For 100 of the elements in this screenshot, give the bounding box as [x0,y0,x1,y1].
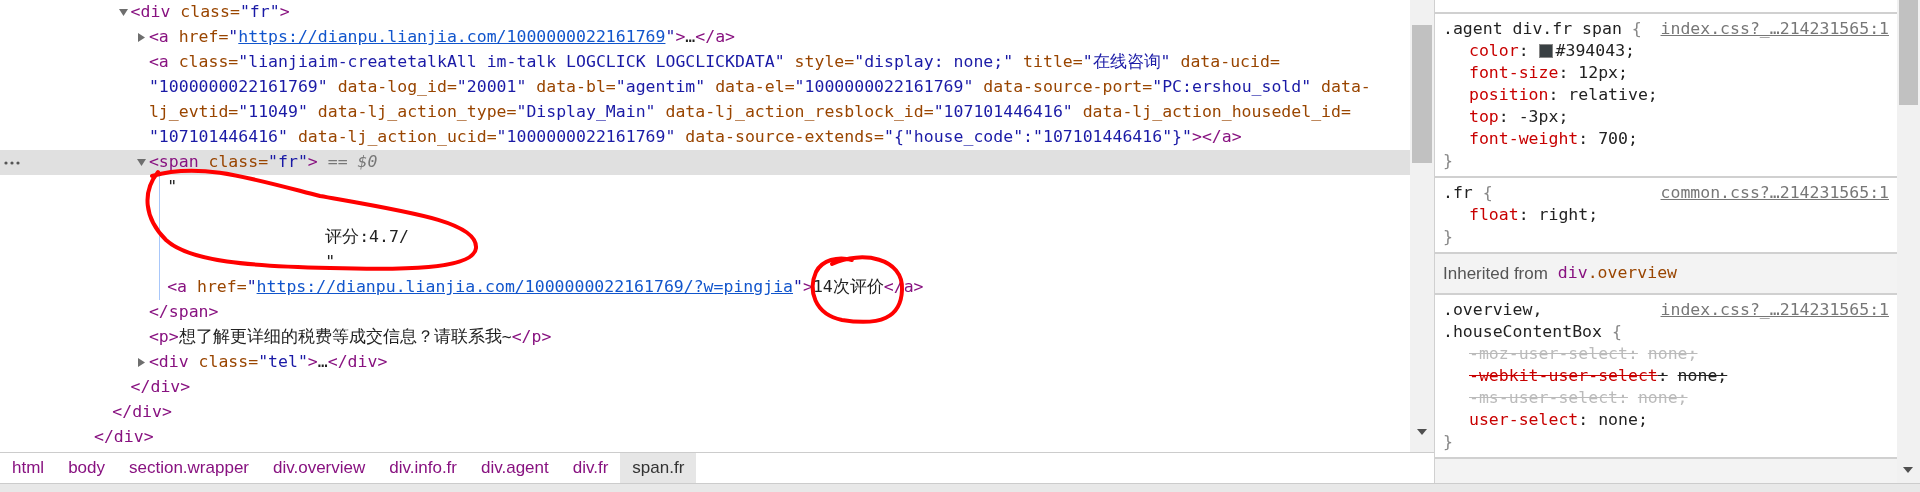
property-name[interactable]: -webkit-user-select [1469,365,1658,387]
property-name[interactable]: font-size [1469,62,1559,84]
attribute-name: data-bl= [536,76,616,99]
property-name[interactable]: user-select [1469,409,1579,431]
closing-brace: } [1443,431,1454,453]
attribute-name: data-log_id= [337,76,457,99]
attribute-name: data-ucid= [1180,51,1280,74]
selected-node-hint: == $0 [327,151,378,174]
property-value[interactable]: #394043; [1555,40,1635,62]
breadcrumb-item[interactable]: div.agent [469,453,561,483]
attribute-value: " [793,276,803,299]
property-value[interactable]: right; [1538,204,1599,226]
attribute-name: lj_evtid= [148,101,239,124]
property-separator: : [1518,40,1529,62]
html-tag: <a [167,275,188,300]
url-link[interactable]: https://dianpu.lianjia.com/1000000022161769 [238,25,666,50]
breadcrumb-item[interactable]: section.wrapper [117,453,261,483]
attribute-name: data-lj_action_type= [317,101,517,124]
attribute-value: "fr" [268,151,308,174]
opening-brace: { [1631,18,1642,40]
property-value[interactable]: none; [1598,409,1648,431]
property-value[interactable]: 700; [1598,128,1638,150]
html-tag: > [307,350,318,375]
html-tag: </div> [130,375,191,400]
attribute-name: class= [178,51,239,74]
property-name[interactable]: top [1469,106,1499,128]
attribute-name: style= [794,51,855,74]
html-tag: <a [148,50,169,75]
closing-brace: } [1443,226,1454,248]
source-link[interactable]: index.css?_…214231565:1 [1660,18,1889,40]
breadcrumb-item[interactable]: div.overview [261,453,378,483]
attribute-value: "display: none;" [854,51,1014,74]
property-separator: : [1558,62,1569,84]
disclosure-triangle-icon[interactable] [136,358,146,367]
source-link[interactable]: index.css?_…214231565:1 [1660,299,1889,321]
breadcrumb-item[interactable]: body [56,453,117,483]
html-tag: > [279,0,290,25]
attribute-value: "107101446416" [148,126,288,149]
color-swatch[interactable] [1538,44,1553,58]
disclosure-triangle-icon[interactable] [136,158,146,167]
css-selector: .fr [1443,182,1473,204]
property-separator: : [1578,128,1589,150]
property-separator: : [1618,387,1628,409]
breadcrumb-item[interactable]: div.fr [560,453,621,483]
inherited-label: Inherited from [1443,262,1548,285]
attribute-name: data- [1321,76,1371,99]
node-text: … [317,351,328,374]
html-tag: <div [130,0,171,25]
node-text: 想了解更详细的税费等成交信息？请联系我~ [178,326,512,349]
attribute-name: href= [178,26,229,49]
property-separator: : [1627,343,1638,365]
source-link[interactable]: common.css?…214231565:1 [1660,182,1889,204]
opening-brace: { [1482,182,1493,204]
html-tag: > [675,25,686,50]
attribute-name: data-source-extends= [685,126,884,149]
property-name[interactable]: position [1469,84,1549,106]
property-value[interactable]: -3px; [1518,106,1569,128]
property-name[interactable]: color [1469,40,1519,62]
node-text: " [167,176,178,199]
disclosure-triangle-icon[interactable] [136,33,146,42]
breadcrumb-item[interactable]: span.fr [620,453,697,483]
attribute-value: " [665,26,676,49]
attribute-name: data-el= [715,76,795,99]
attribute-value: "{"house_code":"107101446416"}" [884,126,1192,149]
attribute-value: "11049" [238,101,308,124]
breadcrumb-item[interactable]: html [0,453,57,483]
css-selector: .houseContentBox [1443,321,1602,343]
property-value[interactable]: none; [1677,365,1728,387]
scrollbar-thumb[interactable] [1899,0,1918,105]
property-value[interactable]: 12px; [1578,62,1628,84]
url-link[interactable]: https://dianpu.lianjia.com/1000000022161769/?w=pingjia [256,275,794,300]
scroll-down-arrow-icon[interactable] [1903,467,1913,473]
attribute-name: href= [197,276,247,299]
attribute-name: class= [180,1,240,24]
html-tag: <div [148,350,189,375]
disclosure-triangle-icon[interactable] [118,8,128,17]
attribute-name: class= [198,351,259,374]
node-text: 14次评价 [812,276,884,299]
html-tag: ></a> [1191,125,1242,150]
property-name[interactable]: float [1469,204,1519,226]
html-tag: </a> [695,25,735,50]
attribute-value: " [246,276,257,299]
scroll-down-arrow-icon[interactable] [1417,429,1427,435]
selected-row[interactable]: <span class="fr"> == $0 [0,150,1410,175]
breadcrumb-item[interactable]: div.info.fr [377,453,469,483]
html-tag: </div> [112,400,172,425]
property-name[interactable]: font-weight [1469,128,1579,150]
attribute-value: "PC:ershou_sold" [1152,76,1312,99]
more-options-icon[interactable] [4,161,20,165]
closing-brace: } [1443,150,1454,172]
property-value[interactable]: relative; [1568,84,1658,106]
attribute-value: "1000000022161769" [148,76,328,99]
element-link[interactable]: div.overview [1557,261,1678,286]
attribute-name: data-lj_action_housedel_id= [1082,101,1351,124]
attribute-value: "Display_Main" [516,101,656,124]
property-separator: : [1578,409,1589,431]
property-separator: : [1657,365,1668,387]
attribute-value: "lianjiaim-createtalkAll im-talk LOGCLICK LOGCLICKDATA" [238,51,785,74]
html-tag: </p> [511,325,552,350]
scrollbar-thumb[interactable] [1412,25,1432,163]
